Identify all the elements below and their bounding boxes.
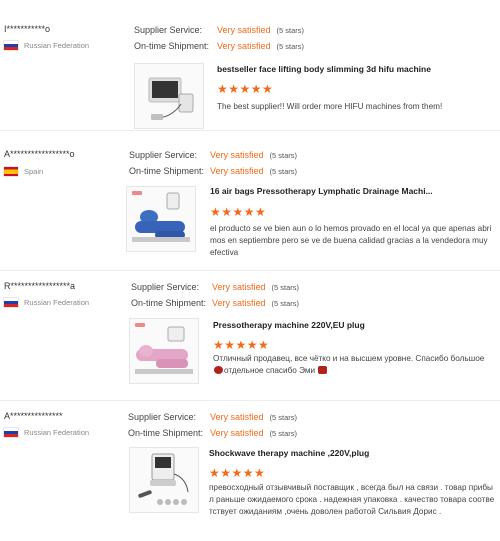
supplier-service-stars: (5 stars)	[269, 413, 298, 422]
product-thumbnail[interactable]	[134, 63, 204, 129]
product-thumbnail[interactable]	[126, 186, 196, 252]
product-rating-stars: ★★★★★	[209, 466, 266, 480]
country-name: Russian Federation	[24, 40, 90, 50]
product-rating-stars: ★★★★★	[217, 82, 274, 96]
supplier-service-row: Supplier Service: Very satisfied (5 stars)	[129, 149, 297, 165]
review-card: A*************** Russian Federation Supp…	[0, 400, 500, 541]
supplier-service-row: Supplier Service: Very satisfied (5 stars)	[134, 24, 304, 40]
supplier-service-row: Supplier Service: Very satisfied (5 stars)	[131, 281, 299, 297]
supplier-service-value: Very satisfied	[212, 282, 266, 292]
buyer-country: Russian Federation	[4, 40, 89, 50]
football-emoji-icon	[214, 366, 223, 374]
review-card: A*****************o Spain Supplier Servi…	[0, 130, 500, 271]
ontime-shipment-row: On-time Shipment: Very satisfied (5 stars)	[131, 297, 299, 313]
ontime-shipment-row: On-time Shipment: Very satisfied (5 stars)	[129, 165, 297, 181]
ontime-shipment-value: Very satisfied	[212, 298, 266, 308]
buyer-name: I***********o	[4, 24, 51, 34]
product-name-link[interactable]: Pressotherapy machine 220V,EU plug	[213, 320, 365, 330]
buyer-country: Russian Federation	[4, 297, 89, 307]
ontime-shipment-value: Very satisfied	[217, 41, 271, 51]
ontime-shipment-label: On-time Shipment:	[131, 298, 207, 308]
review-comment: превосходный отзывчивый поставщик , всег…	[209, 483, 495, 516]
buyer-name: R*****************a	[4, 281, 76, 291]
buyer-name: A*****************o	[4, 149, 75, 159]
ontime-shipment-stars: (5 stars)	[269, 167, 298, 176]
supplier-service-stars: (5 stars)	[269, 151, 298, 160]
review-card: I***********o Russian Federation Supplie…	[0, 0, 500, 130]
supplier-service-stars: (5 stars)	[271, 283, 300, 292]
supplier-service-label: Supplier Service:	[128, 412, 197, 422]
supplier-service-row: Supplier Service: Very satisfied (5 stars)	[128, 411, 297, 427]
product-name-link[interactable]: 16 air bags Pressotherapy Lymphatic Drai…	[210, 186, 433, 196]
review-comment: el producto se ve bien aun o lo hemos pr…	[210, 224, 492, 257]
review-comment: Отличный продавец, все чётко и на высшем…	[213, 353, 495, 377]
supplier-service-value: Very satisfied	[217, 25, 271, 35]
review-comment-text: Отличный продавец, все чётко и на высшем…	[213, 354, 485, 363]
supplier-service-value: Very satisfied	[210, 150, 264, 160]
supplier-service-label: Supplier Service:	[131, 282, 200, 292]
product-rating-stars: ★★★★★	[210, 205, 267, 219]
ontime-shipment-label: On-time Shipment:	[129, 166, 205, 176]
product-rating-stars: ★★★★★	[213, 338, 270, 352]
buyer-name: A***************	[4, 411, 63, 421]
product-thumbnail[interactable]	[129, 318, 199, 384]
supplier-service-label: Supplier Service:	[134, 25, 203, 35]
review-comment: The best supplier!! Will order more HIFU…	[217, 102, 443, 111]
russia-flag-icon	[4, 297, 18, 307]
rugby-emoji-icon	[318, 366, 328, 374]
ontime-shipment-row: On-time Shipment: Very satisfied (5 stars)	[128, 427, 297, 443]
product-name-link[interactable]: Shockwave therapy machine ,220V,plug	[209, 448, 369, 458]
country-name: Russian Federation	[24, 297, 90, 307]
supplier-service-value: Very satisfied	[210, 412, 264, 422]
review-comment-text: отдельное спасибо Эми	[224, 366, 316, 375]
ontime-shipment-row: On-time Shipment: Very satisfied (5 stars)	[134, 40, 304, 56]
product-name-link[interactable]: bestseller face lifting body slimming 3d…	[217, 64, 431, 74]
russia-flag-icon	[4, 40, 18, 50]
buyer-country: Russian Federation	[4, 427, 89, 437]
ontime-shipment-stars: (5 stars)	[271, 299, 300, 308]
russia-flag-icon	[4, 427, 18, 437]
country-name: Spain	[24, 166, 44, 176]
supplier-service-label: Supplier Service:	[129, 150, 198, 160]
ontime-shipment-stars: (5 stars)	[276, 42, 305, 51]
buyer-country: Spain	[4, 166, 43, 176]
ontime-shipment-value: Very satisfied	[210, 166, 264, 176]
supplier-service-stars: (5 stars)	[276, 26, 305, 35]
product-thumbnail[interactable]	[129, 447, 199, 513]
ontime-shipment-label: On-time Shipment:	[128, 428, 204, 438]
review-card: R*****************a Russian Federation S…	[0, 270, 500, 401]
ontime-shipment-stars: (5 stars)	[269, 429, 298, 438]
ontime-shipment-value: Very satisfied	[210, 428, 264, 438]
ontime-shipment-label: On-time Shipment:	[134, 41, 210, 51]
spain-flag-icon	[4, 166, 18, 176]
country-name: Russian Federation	[24, 427, 90, 437]
